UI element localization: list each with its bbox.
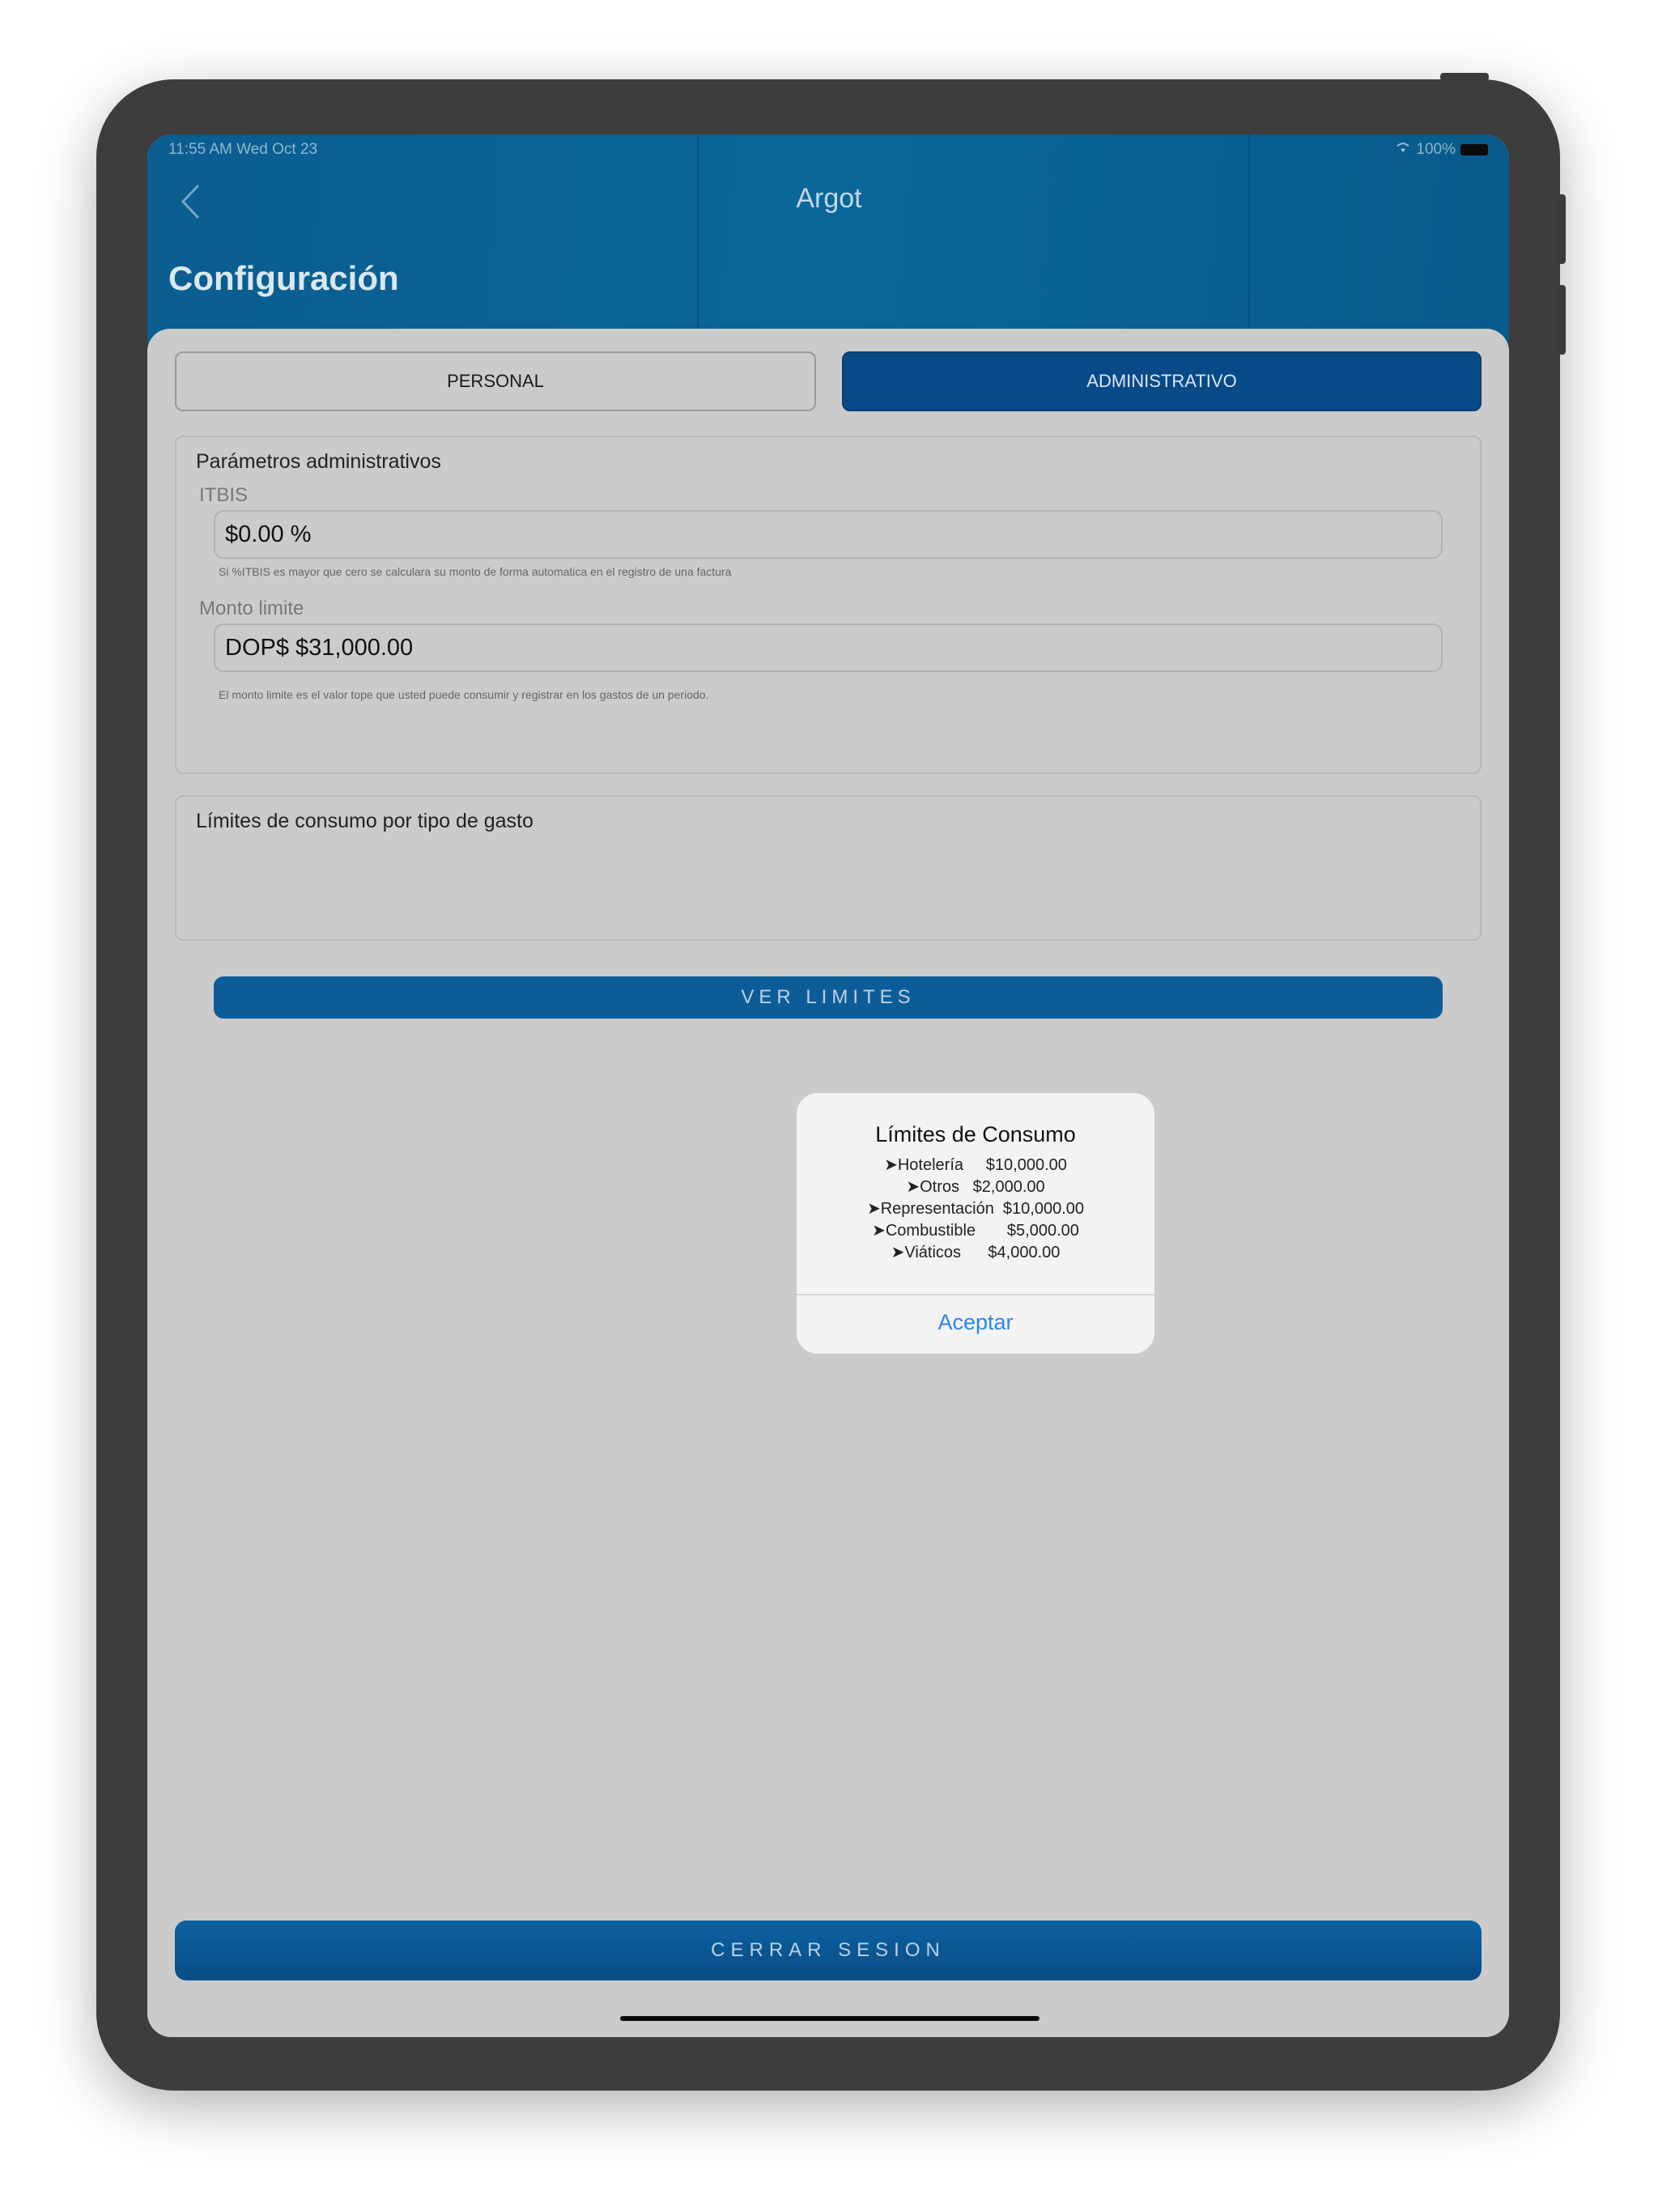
volume-down-button [1558, 285, 1566, 355]
header-divider [1248, 134, 1250, 329]
admin-params-card: Parámetros administrativos [175, 436, 1482, 774]
screen: 11:55 AM Wed Oct 23 100% Argot Configura… [147, 134, 1509, 2037]
status-indicators: 100% [1395, 141, 1488, 159]
itbis-input[interactable]: $0.00 % [214, 510, 1443, 559]
admin-params-title: Parámetros administrativos [196, 450, 441, 473]
dialog-title: Límites de Consumo [875, 1122, 1076, 1146]
limit-label: Monto limite [199, 598, 304, 619]
itbis-hint: Si %ITBIS es mayor que cero se calculara… [219, 565, 732, 578]
battery-icon [1460, 144, 1488, 155]
volume-up-button [1558, 194, 1566, 264]
status-time-date: 11:55 AM Wed Oct 23 [168, 141, 318, 158]
consumption-limits-card: Límites de consumo por tipo de gasto [175, 795, 1482, 941]
navigation-header: 11:55 AM Wed Oct 23 100% Argot Configura… [147, 134, 1509, 348]
header-divider [697, 134, 699, 329]
dialog-divider [797, 1294, 1154, 1295]
page-title: Configuración [168, 259, 399, 297]
limit-hint: El monto limite es el valor tope que ust… [219, 688, 709, 701]
dialog-line-representacion: ➤Representación $10,000.00 [866, 1200, 1085, 1218]
dialog-line-hoteleria: ➤Hotelería $10,000.00 [884, 1156, 1067, 1174]
battery-percent: 100% [1416, 141, 1456, 158]
consumption-limits-title: Límites de consumo por tipo de gasto [196, 810, 534, 832]
logout-button[interactable]: CERRAR SESION [175, 1921, 1482, 1980]
wifi-icon [1395, 141, 1411, 159]
tab-personal[interactable]: PERSONAL [175, 351, 816, 411]
top-button [1440, 73, 1489, 81]
limits-alert-dialog: Límites de Consumo ➤Hotelería $10,000.00… [797, 1093, 1154, 1354]
dialog-line-otros: ➤Otros $2,000.00 [906, 1178, 1045, 1196]
tab-administrativo[interactable]: ADMINISTRATIVO [842, 351, 1482, 411]
home-indicator[interactable] [620, 2016, 1039, 2021]
limit-amount-input[interactable]: DOP$ $31,000.00 [214, 623, 1443, 672]
ver-limites-button[interactable]: VER LIMITES [214, 976, 1443, 1019]
app-title: Argot [796, 183, 862, 214]
dialog-line-viaticos: ➤Viáticos $4,000.00 [891, 1244, 1061, 1261]
itbis-label: ITBIS [199, 484, 249, 506]
dialog-accept-button[interactable]: Aceptar [797, 1310, 1154, 1335]
dialog-line-combustible: ➤Combustible $5,000.00 [872, 1222, 1079, 1240]
